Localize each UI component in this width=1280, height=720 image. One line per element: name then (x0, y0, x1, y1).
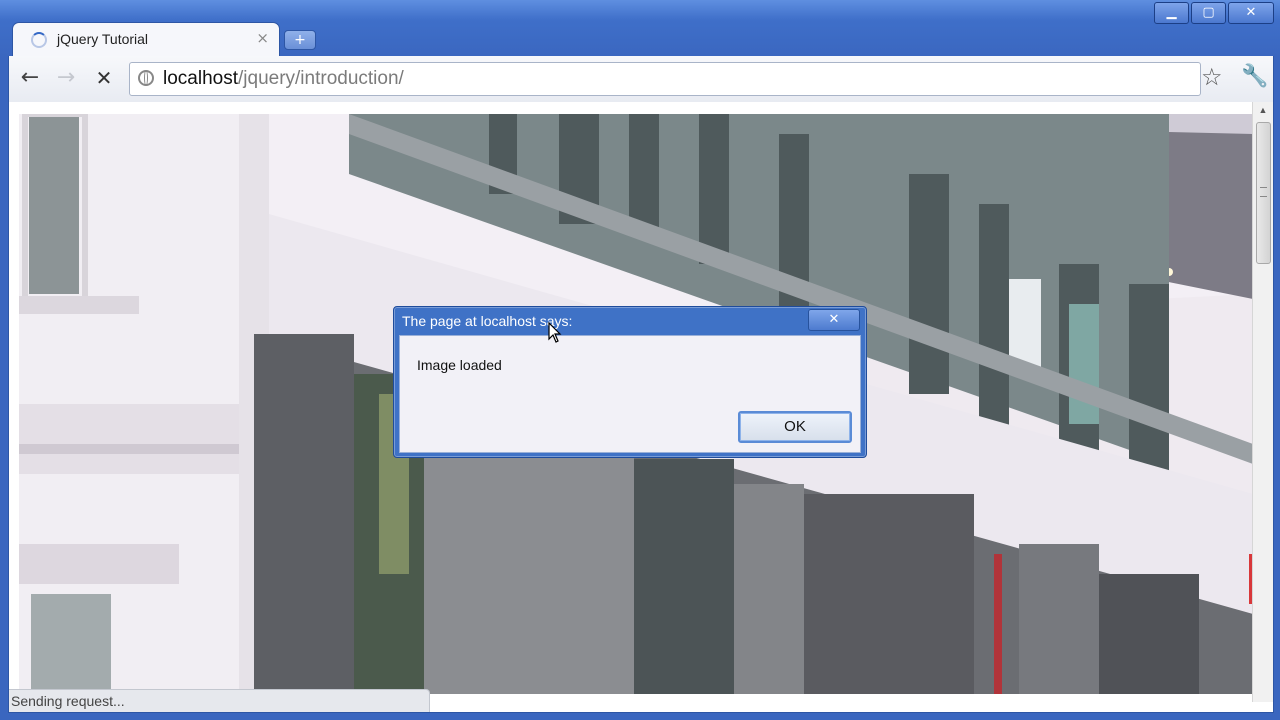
dialog-close-button[interactable]: ✕ (808, 309, 860, 331)
bookmark-star-icon[interactable]: ☆ (1201, 64, 1223, 90)
stop-loading-button[interactable]: ✕ (91, 65, 117, 91)
url-path: /jquery/introduction/ (238, 68, 404, 89)
left-ledge-1 (19, 296, 139, 314)
left-lower-ledge (19, 544, 179, 584)
alert-dialog: The page at localhost says: ✕ Image load… (393, 306, 867, 458)
left-cornice-line (19, 444, 269, 454)
ok-button[interactable]: OK (738, 411, 852, 443)
tab-jquery-tutorial[interactable]: jQuery Tutorial × (12, 22, 280, 57)
upper-window-reflection (1009, 279, 1041, 369)
grey-pillar-6 (1019, 544, 1099, 694)
red-accent (994, 554, 1002, 694)
tab-close-icon[interactable]: × (256, 29, 269, 47)
left-window-top (29, 114, 79, 294)
address-bar[interactable]: localhost/jquery/introduction/ (129, 62, 1201, 96)
back-button[interactable]: ← (17, 65, 43, 91)
left-cornice (19, 404, 269, 474)
loading-spinner-icon (31, 32, 47, 48)
window-close-button[interactable]: ✕ (1228, 2, 1274, 24)
vertical-scrollbar[interactable]: ▲ (1252, 102, 1273, 702)
scroll-grip-icon (1260, 187, 1267, 197)
new-tab-button[interactable]: + (284, 30, 316, 50)
scroll-up-arrow-icon[interactable]: ▲ (1253, 102, 1273, 118)
grey-pillar-2 (424, 454, 634, 694)
mouse-cursor-icon (548, 322, 562, 343)
dialog-message: Image loaded (417, 357, 502, 373)
grey-pillar-4 (734, 484, 804, 694)
wrench-menu-icon[interactable]: 🔧 (1241, 64, 1268, 90)
tab-title: jQuery Tutorial (57, 31, 149, 47)
dialog-title: The page at localhost says: (402, 313, 573, 329)
status-bubble: Sending request... (9, 689, 430, 712)
dark-window-7 (1099, 574, 1199, 694)
window-controls: ▁ ▢ ✕ (1154, 2, 1274, 24)
left-window-bottom (31, 594, 111, 694)
dialog-body: Image loaded OK (399, 335, 861, 453)
forward-button[interactable]: → (53, 65, 79, 91)
minimize-button[interactable]: ▁ (1154, 2, 1189, 24)
browser-window: ▁ ▢ ✕ jQuery Tutorial × + ← → ✕ localhos… (0, 0, 1280, 720)
dark-pillar-1 (254, 334, 354, 694)
dark-window-3 (634, 459, 734, 694)
url-host: localhost (163, 68, 238, 89)
browser-toolbar: ← → ✕ localhost/jquery/introduction/ ☆ 🔧 (8, 56, 1274, 102)
url-text[interactable]: localhost/jquery/introduction/ (163, 68, 404, 90)
page-globe-icon (138, 70, 154, 86)
dark-window-5 (804, 494, 974, 694)
maximize-button[interactable]: ▢ (1191, 2, 1226, 24)
scrollbar-thumb[interactable] (1256, 122, 1271, 264)
